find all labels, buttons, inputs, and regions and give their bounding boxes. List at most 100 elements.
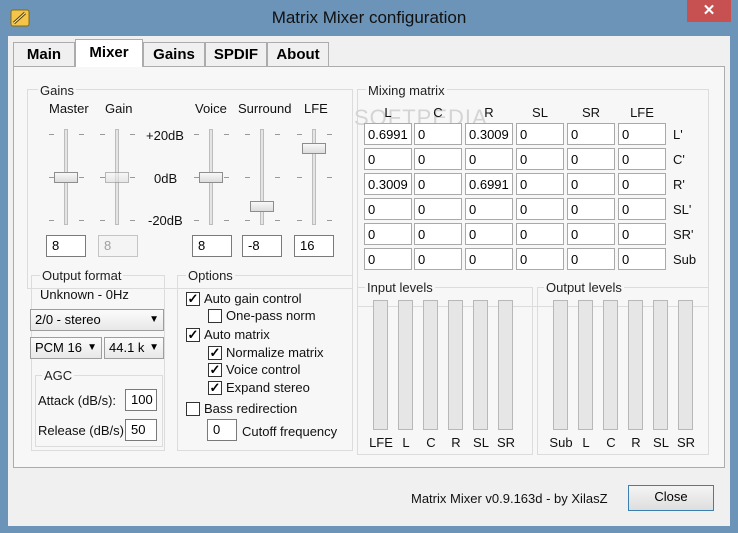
sample-rate-select[interactable]: 44.1 k ▼ — [104, 337, 164, 359]
slider-tick — [245, 220, 250, 221]
window-title: Matrix Mixer configuration — [271, 8, 467, 27]
gain-label: Gain — [105, 101, 133, 116]
matrix-cell[interactable]: 0 — [364, 148, 412, 170]
slider-tick — [327, 220, 332, 221]
level-meter — [398, 300, 413, 430]
slider-tick — [327, 134, 332, 135]
level-meter — [553, 300, 568, 430]
matrix-cell[interactable]: 0 — [567, 148, 615, 170]
scale-plus20: +20dB — [146, 128, 184, 143]
matrix-cell[interactable]: 0 — [567, 123, 615, 145]
lfe-value[interactable]: 16 — [294, 235, 334, 257]
one-pass-checkbox[interactable] — [208, 309, 222, 323]
tab-gains[interactable]: Gains — [143, 42, 205, 66]
matrix-cell[interactable]: 0.3009 — [364, 173, 412, 195]
voice-value[interactable]: 8 — [192, 235, 232, 257]
matrix-cell[interactable]: 0 — [465, 148, 513, 170]
matrix-cell[interactable]: 0 — [618, 248, 666, 270]
slider-tick — [224, 177, 229, 178]
tab-mixer[interactable]: Mixer — [75, 39, 143, 67]
slider-thumb[interactable] — [54, 172, 78, 183]
matrix-col-header: SL — [532, 105, 548, 120]
level-meter — [473, 300, 488, 430]
cutoff-input[interactable]: 0 — [207, 419, 237, 441]
output-format-title: Output format — [40, 268, 124, 283]
level-meter — [603, 300, 618, 430]
attack-input[interactable]: 100 — [125, 389, 157, 411]
master-value[interactable]: 8 — [46, 235, 86, 257]
chevron-down-icon: ▼ — [149, 342, 159, 353]
matrix-cell[interactable]: 0 — [618, 123, 666, 145]
level-label: SL — [653, 435, 669, 450]
close-icon[interactable]: ✕ — [687, 0, 731, 22]
gain-value: 8 — [98, 235, 138, 257]
level-label: C — [606, 435, 616, 450]
matrix-cell[interactable]: 0 — [516, 248, 564, 270]
matrix-cell[interactable]: 0 — [465, 198, 513, 220]
tab-about[interactable]: About — [267, 42, 329, 66]
matrix-cell[interactable]: 0 — [618, 148, 666, 170]
matrix-cell[interactable]: 0 — [618, 173, 666, 195]
matrix-cell[interactable]: 0 — [364, 223, 412, 245]
matrix-cell[interactable]: 0.6991 — [364, 123, 412, 145]
bass-redirection-checkbox[interactable] — [186, 402, 200, 416]
matrix-cell[interactable]: 0.6991 — [465, 173, 513, 195]
matrix-cell[interactable]: 0 — [516, 223, 564, 245]
scale-0db: 0dB — [154, 171, 178, 186]
master-label: Master — [49, 101, 89, 116]
slider-tick — [100, 134, 105, 135]
slider-tick — [194, 220, 199, 221]
channel-layout-select[interactable]: 2/0 - stereo ▼ — [30, 309, 164, 331]
auto-gain-checkbox[interactable]: ✓ — [186, 292, 200, 306]
matrix-cell[interactable]: 0 — [414, 223, 462, 245]
level-meter — [373, 300, 388, 430]
auto-matrix-checkbox[interactable]: ✓ — [186, 328, 200, 342]
matrix-cell[interactable]: 0 — [567, 198, 615, 220]
matrix-cell[interactable]: 0 — [414, 173, 462, 195]
matrix-cell[interactable]: 0 — [516, 173, 564, 195]
sample-format-select[interactable]: PCM 16 ▼ — [30, 337, 102, 359]
normalize-checkbox[interactable]: ✓ — [208, 346, 222, 360]
matrix-cell[interactable]: 0 — [567, 248, 615, 270]
bass-redirection-label: Bass redirection — [204, 401, 298, 416]
mixing-matrix-title: Mixing matrix — [366, 83, 447, 98]
surround-value[interactable]: -8 — [242, 235, 282, 257]
slider-tick — [49, 134, 54, 135]
release-input[interactable]: 50 — [125, 419, 157, 441]
matrix-cell[interactable]: 0 — [516, 148, 564, 170]
tab-spdif[interactable]: SPDIF — [205, 42, 267, 66]
matrix-cell[interactable]: 0 — [618, 223, 666, 245]
expand-stereo-checkbox[interactable]: ✓ — [208, 381, 222, 395]
matrix-cell[interactable]: 0 — [465, 248, 513, 270]
cutoff-label: Cutoff frequency — [242, 424, 338, 439]
level-meter — [423, 300, 438, 430]
matrix-cell[interactable]: 0 — [516, 198, 564, 220]
matrix-row-label: R' — [673, 177, 685, 192]
level-label: SR — [676, 435, 696, 450]
matrix-cell[interactable]: 0 — [414, 148, 462, 170]
lfe-label: LFE — [304, 101, 328, 116]
slider-tick — [79, 177, 84, 178]
matrix-cell[interactable]: 0 — [414, 248, 462, 270]
matrix-cell[interactable]: 0 — [364, 248, 412, 270]
matrix-cell[interactable]: 0 — [414, 198, 462, 220]
slider-tick — [224, 220, 229, 221]
matrix-cell[interactable]: 0 — [364, 198, 412, 220]
slider-thumb[interactable] — [250, 201, 274, 213]
matrix-cell[interactable]: 0 — [567, 223, 615, 245]
mixer-panel: Gains Master Gain Voice Surround LFE +20… — [13, 66, 725, 468]
slider-thumb[interactable] — [302, 142, 326, 154]
matrix-cell[interactable]: 0 — [414, 123, 462, 145]
matrix-cell[interactable]: 0.3009 — [465, 123, 513, 145]
sample-format-value: PCM 16 — [35, 340, 82, 355]
slider-thumb[interactable] — [199, 172, 223, 183]
close-button[interactable]: Close — [628, 485, 714, 511]
tab-main[interactable]: Main — [13, 42, 75, 66]
matrix-cell[interactable]: 0 — [618, 198, 666, 220]
voice-control-checkbox[interactable]: ✓ — [208, 363, 222, 377]
matrix-cell[interactable]: 0 — [567, 173, 615, 195]
matrix-cell[interactable]: 0 — [465, 223, 513, 245]
matrix-cell[interactable]: 0 — [516, 123, 564, 145]
expand-stereo-label: Expand stereo — [226, 380, 310, 395]
matrix-row-label: Sub — [673, 252, 697, 267]
